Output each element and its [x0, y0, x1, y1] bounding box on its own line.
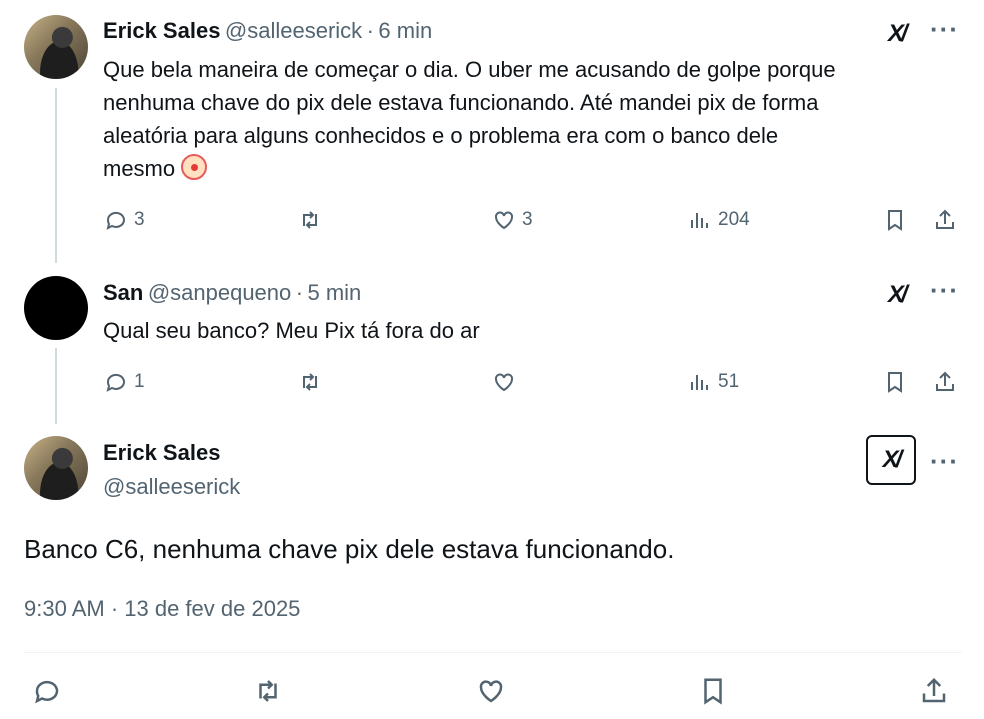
more-icon[interactable]: ··· [930, 14, 959, 45]
share-icon [936, 371, 954, 391]
bookmark-icon [888, 210, 902, 231]
clown-face-emoji [181, 154, 208, 180]
tweet-timestamp[interactable]: 9:30 AM · 13 de fev de 2025 [24, 596, 300, 622]
views-button[interactable]: 51 [688, 370, 739, 394]
heart-icon [495, 211, 513, 230]
grok-icon[interactable]: X/ [888, 281, 908, 309]
retweet-icon [259, 680, 277, 702]
tweet-header: Erick Sales @salleeserick · 6 min [103, 18, 432, 44]
bookmark-icon [888, 372, 902, 393]
tweet-line: Que bela maneira de começar o dia. O ube… [103, 57, 836, 82]
grok-button[interactable]: X/ [866, 435, 916, 485]
retweet-icon [303, 373, 317, 391]
views-count: 204 [718, 209, 750, 230]
tweet-line: mesmo [103, 156, 176, 181]
bookmark-button[interactable] [883, 208, 907, 232]
heart-icon [495, 373, 513, 392]
views-count: 51 [718, 371, 740, 392]
grok-icon[interactable]: X/ [888, 20, 908, 48]
more-icon[interactable]: ··· [930, 275, 959, 306]
retweet-button[interactable] [253, 676, 283, 706]
reply-button[interactable] [32, 676, 62, 706]
thread-line [55, 348, 57, 424]
tweet-text: Banco C6, nenhuma chave pix dele estava … [24, 534, 675, 564]
reply-button[interactable]: 3 [104, 208, 145, 232]
reply-count: 3 [134, 209, 145, 230]
author-name[interactable]: Erick Sales [103, 18, 220, 43]
author-handle[interactable]: @sanpequeno [148, 280, 291, 305]
tweet-text: Qual seu banco? Meu Pix tá fora do ar [103, 318, 480, 343]
like-button[interactable]: 3 [492, 208, 533, 232]
thread-line [55, 88, 57, 263]
bookmark-icon [704, 678, 722, 705]
reply-icon [35, 680, 59, 704]
retweet-button[interactable] [298, 208, 322, 232]
avatar[interactable] [24, 15, 88, 79]
heart-icon [479, 680, 503, 703]
share-button[interactable] [933, 208, 957, 232]
views-icon [691, 375, 708, 390]
like-button[interactable] [492, 370, 516, 394]
like-button[interactable] [476, 676, 506, 706]
divider [24, 652, 962, 653]
tweet-line: nenhuma chave do pix dele estava funcion… [103, 90, 819, 115]
tweet-time[interactable]: 5 min [308, 280, 362, 305]
author-handle[interactable]: @salleeserick [103, 474, 240, 500]
like-count: 3 [522, 209, 533, 230]
bookmark-button[interactable] [698, 676, 728, 706]
tweet-line: aleatória para alguns conhecidos e o pro… [103, 123, 779, 148]
views-icon [691, 213, 708, 228]
reply-icon [106, 211, 125, 230]
share-button[interactable] [919, 676, 949, 706]
share-icon [922, 677, 946, 703]
tweet-text: Que bela maneira de começar o dia. O ube… [103, 53, 963, 185]
reply-button[interactable]: 1 [104, 370, 145, 394]
author-name[interactable]: Erick Sales [103, 440, 220, 466]
retweet-icon [303, 211, 317, 229]
author-name[interactable]: San [103, 280, 143, 305]
tweet-header: San @sanpequeno · 5 min [103, 280, 361, 306]
reply-icon [106, 373, 125, 392]
grok-icon: X/ [882, 446, 903, 473]
bookmark-button[interactable] [883, 370, 907, 394]
retweet-button[interactable] [298, 370, 322, 394]
separator: · [366, 18, 374, 43]
more-icon[interactable]: ··· [930, 446, 959, 477]
separator: · [295, 280, 304, 305]
share-button[interactable] [933, 370, 957, 394]
reply-count: 1 [134, 371, 145, 392]
author-handle[interactable]: @salleeserick [225, 18, 362, 43]
share-icon [936, 209, 954, 229]
avatar[interactable] [24, 276, 88, 340]
tweet-time[interactable]: 6 min [378, 18, 432, 43]
avatar[interactable] [24, 436, 88, 500]
views-button[interactable]: 204 [688, 208, 750, 232]
